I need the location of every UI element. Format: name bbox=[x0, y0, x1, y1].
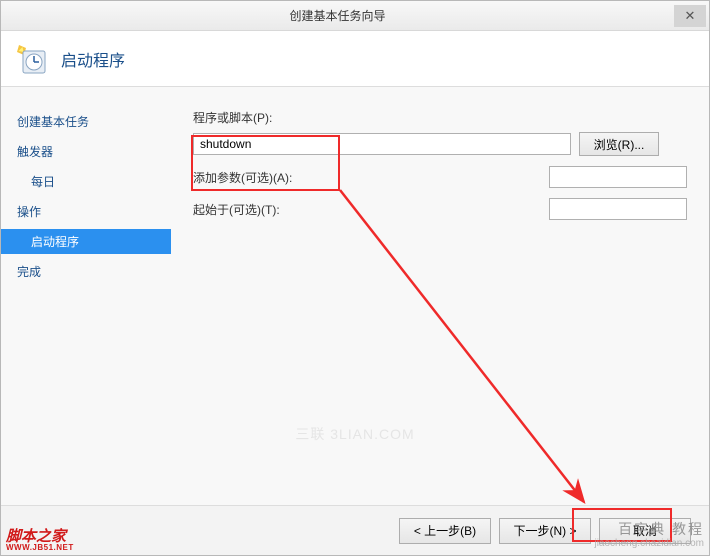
arguments-label: 添加参数(可选)(A): bbox=[193, 169, 293, 186]
arguments-input[interactable] bbox=[549, 166, 687, 188]
sidebar-item-daily[interactable]: 每日 bbox=[1, 169, 171, 194]
wizard-footer: < 上一步(B) 下一步(N) > 取消 bbox=[1, 505, 709, 555]
close-button[interactable]: ✕ bbox=[674, 5, 706, 27]
cancel-button[interactable]: 取消 bbox=[599, 518, 691, 544]
arguments-row: 添加参数(可选)(A): bbox=[193, 166, 687, 188]
sidebar-item-start-program[interactable]: 启动程序 bbox=[1, 229, 171, 254]
titlebar: 创建基本任务向导 ✕ bbox=[1, 1, 709, 31]
wizard-main-panel: 程序或脚本(P): 浏览(R)... 添加参数(可选)(A): 起始于(可选)(… bbox=[171, 87, 709, 505]
program-row: 程序或脚本(P): 浏览(R)... bbox=[193, 109, 687, 156]
back-button[interactable]: < 上一步(B) bbox=[399, 518, 491, 544]
startin-label: 起始于(可选)(T): bbox=[193, 201, 293, 218]
startin-row: 起始于(可选)(T): bbox=[193, 198, 687, 220]
scheduler-icon bbox=[15, 43, 47, 75]
sidebar-item-create-task[interactable]: 创建基本任务 bbox=[1, 109, 171, 134]
wizard-content: 创建基本任务 触发器 每日 操作 启动程序 完成 程序或脚本(P): 浏览(R)… bbox=[1, 87, 709, 505]
sidebar-item-action[interactable]: 操作 bbox=[1, 199, 171, 224]
close-icon: ✕ bbox=[685, 8, 696, 24]
wizard-page-title: 启动程序 bbox=[61, 47, 125, 71]
wizard-header: 启动程序 bbox=[1, 31, 709, 87]
next-button[interactable]: 下一步(N) > bbox=[499, 518, 591, 544]
window-title: 创建基本任务向导 bbox=[1, 7, 674, 24]
sidebar-item-finish[interactable]: 完成 bbox=[1, 259, 171, 284]
browse-button[interactable]: 浏览(R)... bbox=[579, 132, 659, 156]
program-input[interactable] bbox=[193, 133, 571, 155]
program-label: 程序或脚本(P): bbox=[193, 109, 687, 126]
startin-input[interactable] bbox=[549, 198, 687, 220]
sidebar-item-trigger[interactable]: 触发器 bbox=[1, 139, 171, 164]
wizard-sidebar: 创建基本任务 触发器 每日 操作 启动程序 完成 bbox=[1, 87, 171, 505]
wizard-window: 创建基本任务向导 ✕ 启动程序 创建基本任务 触发器 每日 操作 启动程序 完成 bbox=[0, 0, 710, 556]
